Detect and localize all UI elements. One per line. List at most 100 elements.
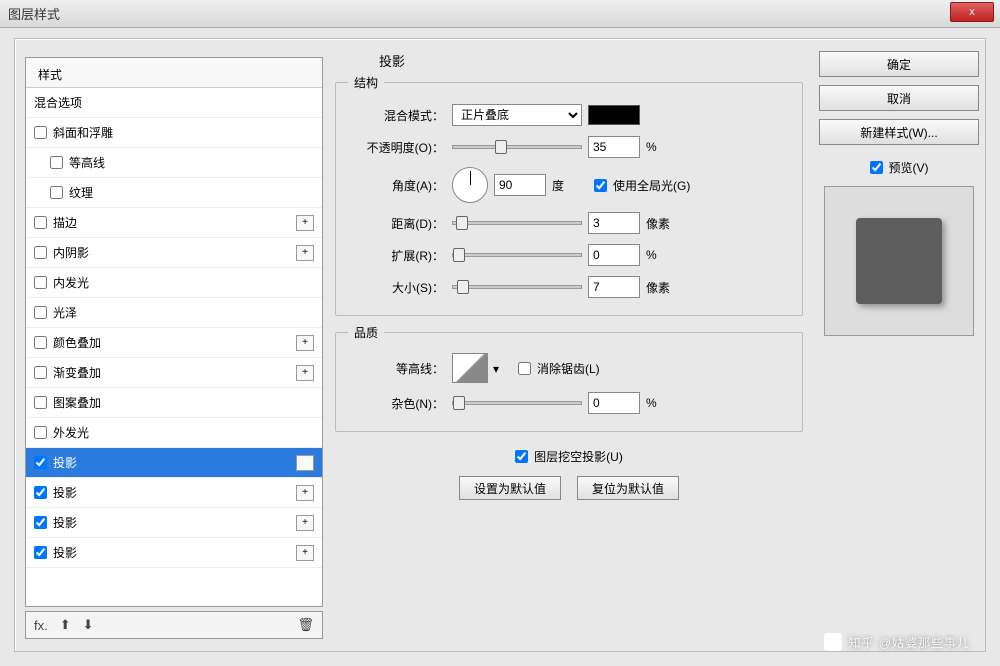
style-label: 投影 [53,514,77,531]
style-item-8[interactable]: 渐变叠加 + [26,358,322,388]
window-title: 图层样式 [8,4,60,23]
add-effect-button[interactable]: + [296,365,314,381]
style-label: 光泽 [53,304,77,321]
style-checkbox[interactable] [34,486,47,499]
style-item-10[interactable]: 外发光 [26,418,322,448]
size-label: 大小(S)： [348,279,446,296]
style-checkbox[interactable] [34,516,47,529]
style-checkbox[interactable] [50,186,63,199]
preview-swatch [856,218,942,304]
add-effect-button[interactable]: + [296,515,314,531]
style-checkbox[interactable] [50,156,63,169]
quality-legend: 品质 [348,324,384,341]
add-effect-button[interactable]: + [296,545,314,561]
close-button[interactable]: x [950,2,994,22]
style-checkbox[interactable] [34,246,47,259]
style-item-9[interactable]: 图案叠加 [26,388,322,418]
style-checkbox[interactable] [34,366,47,379]
spread-slider[interactable] [452,253,582,257]
style-label: 图案叠加 [53,394,101,411]
chevron-down-icon[interactable]: ▾ [491,362,501,376]
size-input[interactable] [588,276,640,298]
preview-checkbox[interactable] [870,161,883,174]
blend-mode-select[interactable]: 正片叠底 [452,104,582,126]
distance-slider[interactable] [452,221,582,225]
noise-slider[interactable] [452,401,582,405]
style-label: 渐变叠加 [53,364,101,381]
styles-footer: fx. ⬆ ⬇ 🗑 [25,611,323,639]
angle-label: 角度(A)： [348,177,446,194]
make-default-button[interactable]: 设置为默认值 [459,476,561,500]
noise-input[interactable] [588,392,640,414]
blend-mode-label: 混合模式： [348,107,446,124]
style-item-3[interactable]: 描边+ [26,208,322,238]
style-item-2[interactable]: 纹理 [26,178,322,208]
style-item-11[interactable]: 投影 + [26,448,322,478]
fx-menu-icon[interactable]: fx. [34,618,48,633]
style-item-0[interactable]: 斜面和浮雕 [26,118,322,148]
noise-label: 杂色(N)： [348,395,446,412]
trash-icon[interactable]: 🗑 [297,617,314,633]
structure-legend: 结构 [348,74,384,91]
style-item-12[interactable]: 投影+ [26,478,322,508]
style-checkbox[interactable] [34,336,47,349]
style-checkbox[interactable] [34,456,47,469]
move-down-icon[interactable]: ⬇ [83,617,94,633]
zhihu-logo-icon [824,633,842,651]
style-item-6[interactable]: 光泽 [26,298,322,328]
blending-options-label: 混合选项 [34,94,82,111]
structure-group: 结构 混合模式： 正片叠底 不透明度(O)： % 角度(A)： 度 使用全局光(… [335,74,803,316]
shadow-color-swatch[interactable] [588,105,640,125]
style-item-1[interactable]: 等高线 [26,148,322,178]
opacity-input[interactable] [588,136,640,158]
opacity-unit: % [646,140,682,154]
cancel-button[interactable]: 取消 [819,85,979,111]
style-checkbox[interactable] [34,426,47,439]
distance-input[interactable] [588,212,640,234]
add-effect-button[interactable]: + [296,335,314,351]
reset-default-button[interactable]: 复位为默认值 [577,476,679,500]
preview-label: 预览(V) [889,159,929,176]
add-effect-button[interactable]: + [296,245,314,261]
contour-picker[interactable]: ▾ [452,353,488,383]
preview-box [824,186,974,336]
style-item-13[interactable]: 投影 + [26,508,322,538]
styles-header[interactable]: 样式 [26,58,322,88]
style-checkbox[interactable] [34,216,47,229]
knockout-checkbox[interactable] [515,450,528,463]
add-effect-button[interactable]: + [296,455,314,471]
style-item-14[interactable]: 投影+ [26,538,322,568]
style-item-4[interactable]: 内阴影+ [26,238,322,268]
spread-input[interactable] [588,244,640,266]
style-checkbox[interactable] [34,126,47,139]
style-checkbox[interactable] [34,276,47,289]
style-label: 外发光 [53,424,89,441]
panel-title: 投影 [379,51,803,70]
blending-options-item[interactable]: 混合选项 [26,88,322,118]
style-checkbox[interactable] [34,306,47,319]
spread-unit: % [646,248,682,262]
style-checkbox[interactable] [34,396,47,409]
style-checkbox[interactable] [34,546,47,559]
distance-label: 距离(D)： [348,215,446,232]
style-label: 投影 [53,454,77,471]
size-slider[interactable] [452,285,582,289]
style-item-7[interactable]: 颜色叠加+ [26,328,322,358]
antialias-label: 消除锯齿(L) [537,360,600,377]
style-label: 内发光 [53,274,89,291]
global-light-checkbox[interactable] [594,179,607,192]
add-effect-button[interactable]: + [296,485,314,501]
style-label: 斜面和浮雕 [53,124,113,141]
ok-button[interactable]: 确定 [819,51,979,77]
opacity-slider[interactable] [452,145,582,149]
styles-list: 样式 混合选项 斜面和浮雕等高线纹理描边+内阴影+ 内发光光泽颜色叠加+ 渐变叠加 +… [25,57,323,607]
antialias-checkbox[interactable] [518,362,531,375]
new-style-button[interactable]: 新建样式(W)... [819,119,979,145]
add-effect-button[interactable]: + [296,215,314,231]
angle-input[interactable] [494,174,546,196]
titlebar: 图层样式 x [0,0,1000,28]
angle-dial[interactable] [452,167,488,203]
move-up-icon[interactable]: ⬆ [60,617,71,633]
noise-unit: % [646,396,682,410]
style-item-5[interactable]: 内发光 [26,268,322,298]
